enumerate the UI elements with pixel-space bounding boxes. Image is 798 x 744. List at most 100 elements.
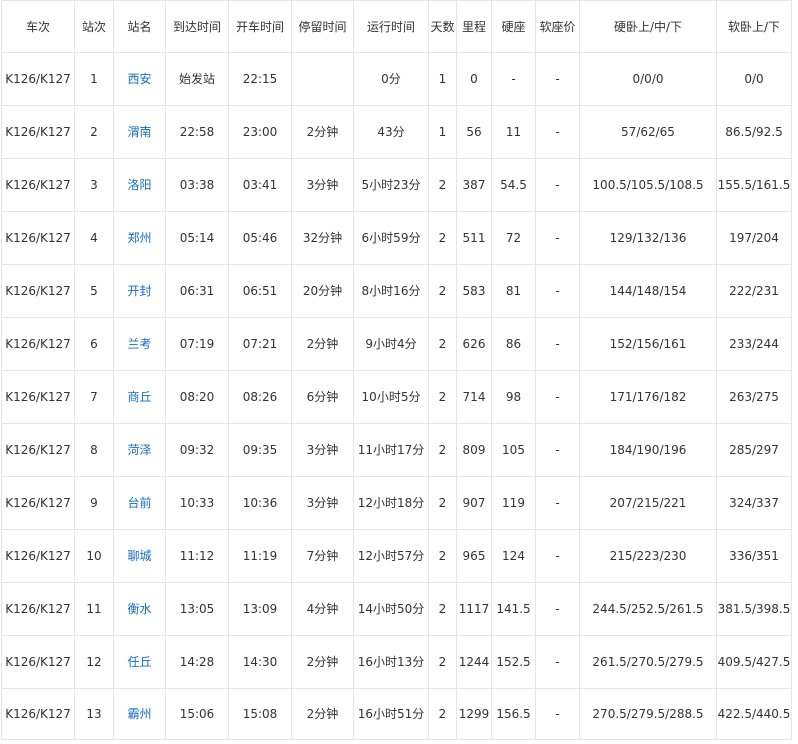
train-timetable: 车次 站次 站名 到达时间 开车时间 停留时间 运行时间 天数 里程 硬座 软座… — [1, 0, 792, 740]
header-running-time: 运行时间 — [353, 0, 429, 53]
mileage-cell: 1117 — [456, 582, 492, 636]
soft-seat-price-cell: - — [535, 370, 580, 424]
train-number-cell: K126/K127 — [1, 423, 75, 477]
header-train-number: 车次 — [1, 0, 75, 53]
running-time-cell: 43分 — [353, 105, 429, 159]
mileage-cell: 809 — [456, 423, 492, 477]
running-time-cell: 16小时13分 — [353, 635, 429, 689]
mileage-cell: 1299 — [456, 688, 492, 740]
header-hard-sleeper: 硬卧上/中/下 — [579, 0, 717, 53]
hard-seat-price-cell: 11 — [491, 105, 536, 159]
header-hard-seat: 硬座 — [491, 0, 536, 53]
station-name-link[interactable]: 台前 — [113, 476, 166, 530]
stop-index-cell: 3 — [74, 158, 114, 212]
days-cell: 2 — [428, 158, 457, 212]
hard-sleeper-price-cell: 207/215/221 — [579, 476, 717, 530]
departure-time-cell: 05:46 — [228, 211, 292, 265]
header-soft-sleeper: 软卧上/下 — [716, 0, 792, 53]
arrival-time-cell: 10:33 — [165, 476, 229, 530]
mileage-cell: 1244 — [456, 635, 492, 689]
table-row: K126/K127 5 开封 06:31 06:51 20分钟 8小时16分 2 583 81-1… — [1, 264, 792, 318]
days-cell: 1 — [428, 105, 457, 159]
train-number-cell: K126/K127 — [1, 529, 75, 583]
soft-sleeper-price-cell: 422.5/440.5 — [716, 688, 792, 740]
train-number-cell: K126/K127 — [1, 635, 75, 689]
mileage-cell: 511 — [456, 211, 492, 265]
station-name-link[interactable]: 霸州 — [113, 688, 166, 740]
header-days: 天数 — [428, 0, 457, 53]
table-row: K126/K127 4 郑州 05:14 05:46 32分钟 6小时59分 2 511 72-1… — [1, 211, 792, 265]
arrival-time-cell: 14:28 — [165, 635, 229, 689]
station-name-link[interactable]: 聊城 — [113, 529, 166, 583]
station-name-link[interactable]: 渭南 — [113, 105, 166, 159]
table-row: K126/K127 8 菏泽 09:32 09:35 3分钟 11小时17分 2 809 105-… — [1, 423, 792, 477]
hard-sleeper-price-cell: 57/62/65 — [579, 105, 717, 159]
running-time-cell: 10小时5分 — [353, 370, 429, 424]
soft-sleeper-price-cell: 263/275 — [716, 370, 792, 424]
mileage-cell: 56 — [456, 105, 492, 159]
stop-index-cell: 11 — [74, 582, 114, 636]
stop-duration-cell: 3分钟 — [291, 476, 354, 530]
header-soft-seat: 软座价 — [535, 0, 580, 53]
running-time-cell: 0分 — [353, 52, 429, 106]
arrival-time-cell: 13:05 — [165, 582, 229, 636]
hard-sleeper-price-cell: 171/176/182 — [579, 370, 717, 424]
departure-time-cell: 09:35 — [228, 423, 292, 477]
stop-index-cell: 10 — [74, 529, 114, 583]
running-time-cell: 14小时50分 — [353, 582, 429, 636]
hard-seat-price-cell: 156.5 — [491, 688, 536, 740]
stop-index-cell: 13 — [74, 688, 114, 740]
train-number-cell: K126/K127 — [1, 264, 75, 318]
stop-duration-cell: 3分钟 — [291, 158, 354, 212]
stop-duration-cell: 32分钟 — [291, 211, 354, 265]
soft-sleeper-price-cell: 0/0 — [716, 52, 792, 106]
arrival-time-cell: 22:58 — [165, 105, 229, 159]
station-name-link[interactable]: 商丘 — [113, 370, 166, 424]
days-cell: 2 — [428, 370, 457, 424]
soft-sleeper-price-cell: 86.5/92.5 — [716, 105, 792, 159]
soft-sleeper-price-cell: 222/231 — [716, 264, 792, 318]
stop-duration-cell: 4分钟 — [291, 582, 354, 636]
hard-sleeper-price-cell: 100.5/105.5/108.5 — [579, 158, 717, 212]
hard-seat-price-cell: 72 — [491, 211, 536, 265]
soft-seat-price-cell: - — [535, 582, 580, 636]
hard-sleeper-price-cell: 0/0/0 — [579, 52, 717, 106]
stop-index-cell: 6 — [74, 317, 114, 371]
header-departure-time: 开车时间 — [228, 0, 292, 53]
station-name-link[interactable]: 任丘 — [113, 635, 166, 689]
table-row: K126/K127 2 渭南 22:58 23:00 2分钟 43分 1 56 11-57/62/… — [1, 105, 792, 159]
station-name-link[interactable]: 菏泽 — [113, 423, 166, 477]
station-name-link[interactable]: 开封 — [113, 264, 166, 318]
station-name-link[interactable]: 兰考 — [113, 317, 166, 371]
train-number-cell: K126/K127 — [1, 211, 75, 265]
stop-duration-cell: 2分钟 — [291, 105, 354, 159]
station-name-link[interactable]: 衡水 — [113, 582, 166, 636]
mileage-cell: 907 — [456, 476, 492, 530]
days-cell: 2 — [428, 635, 457, 689]
table-row: K126/K127 12 任丘 14:28 14:30 2分钟 16小时13分 2 1244 15… — [1, 635, 792, 689]
stop-index-cell: 7 — [74, 370, 114, 424]
train-number-cell: K126/K127 — [1, 105, 75, 159]
departure-time-cell: 06:51 — [228, 264, 292, 318]
hard-seat-price-cell: 124 — [491, 529, 536, 583]
departure-time-cell: 23:00 — [228, 105, 292, 159]
station-name-link[interactable]: 郑州 — [113, 211, 166, 265]
days-cell: 2 — [428, 211, 457, 265]
mileage-cell: 965 — [456, 529, 492, 583]
hard-seat-price-cell: 119 — [491, 476, 536, 530]
train-number-cell: K126/K127 — [1, 158, 75, 212]
soft-sleeper-price-cell: 285/297 — [716, 423, 792, 477]
station-name-link[interactable]: 西安 — [113, 52, 166, 106]
station-name-link[interactable]: 洛阳 — [113, 158, 166, 212]
days-cell: 1 — [428, 52, 457, 106]
table-row: K126/K127 7 商丘 08:20 08:26 6分钟 10小时5分 2 714 98-17… — [1, 370, 792, 424]
hard-seat-price-cell: 98 — [491, 370, 536, 424]
running-time-cell: 9小时4分 — [353, 317, 429, 371]
stop-duration-cell: 6分钟 — [291, 370, 354, 424]
train-number-cell: K126/K127 — [1, 317, 75, 371]
hard-sleeper-price-cell: 244.5/252.5/261.5 — [579, 582, 717, 636]
days-cell: 2 — [428, 317, 457, 371]
hard-seat-price-cell: 81 — [491, 264, 536, 318]
arrival-time-cell: 08:20 — [165, 370, 229, 424]
departure-time-cell: 11:19 — [228, 529, 292, 583]
